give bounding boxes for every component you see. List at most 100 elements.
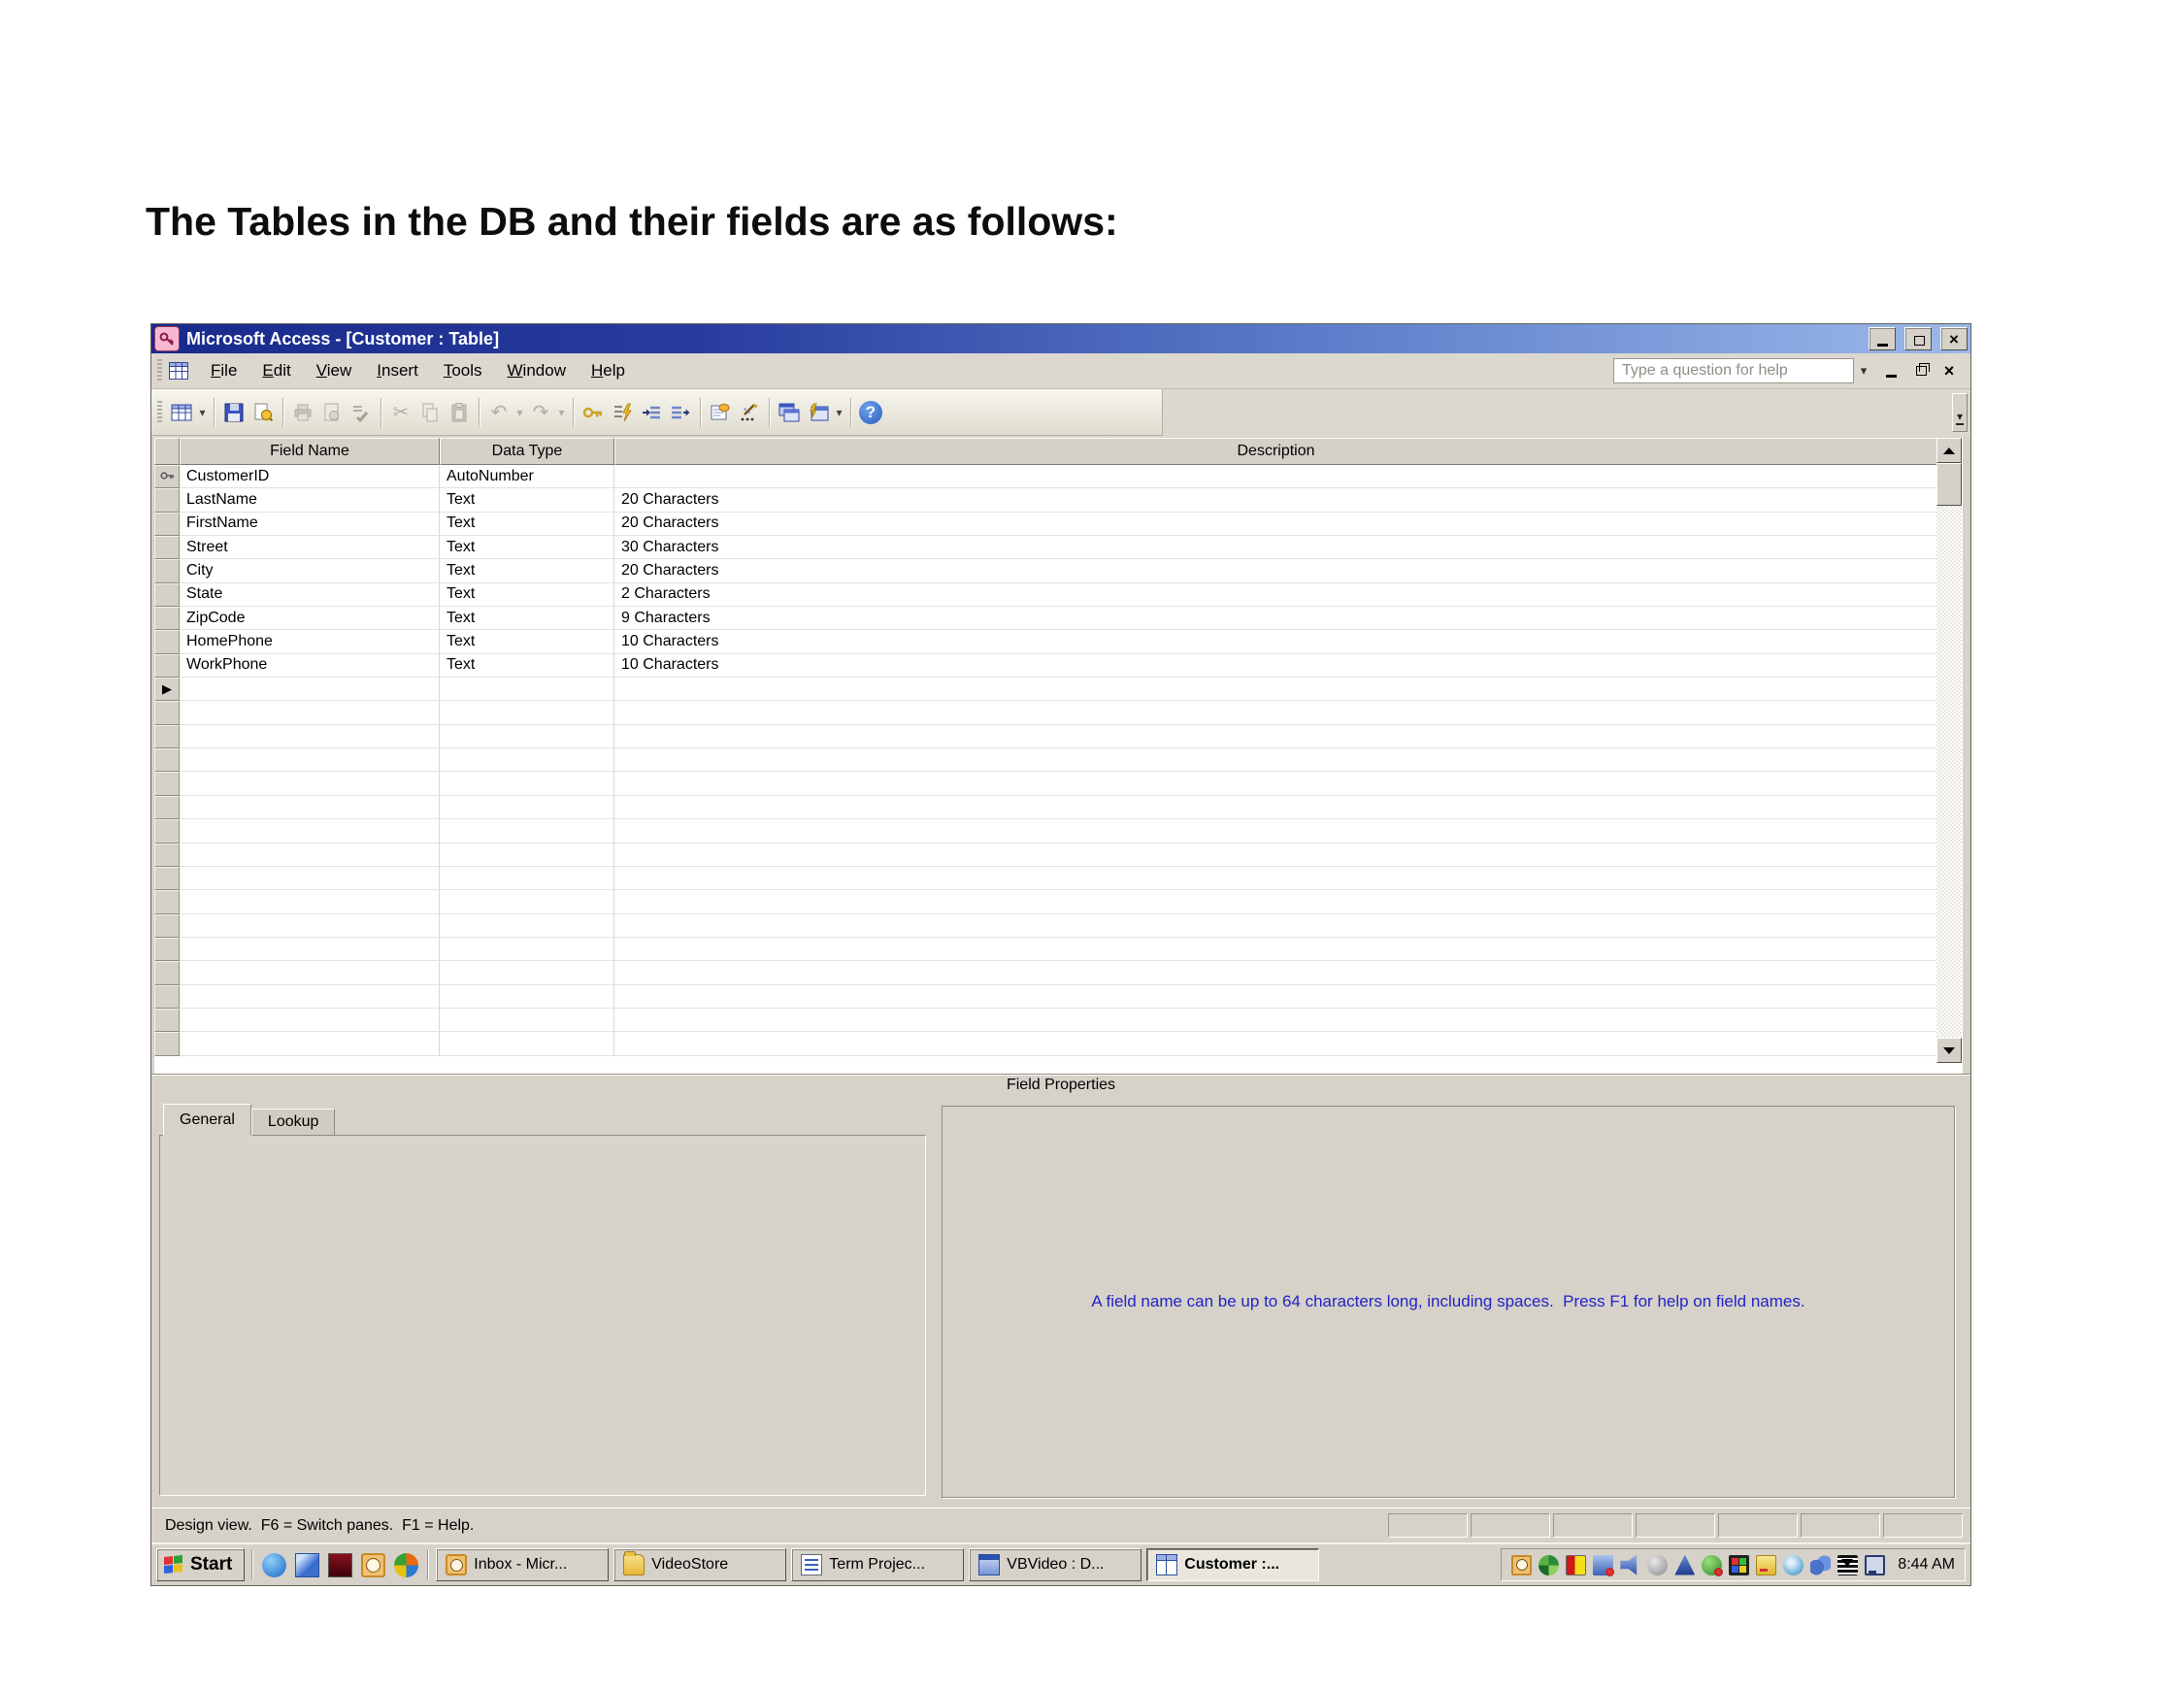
empty-grid-row[interactable] [154,867,1963,890]
database-window-icon[interactable] [775,398,804,427]
field-name-cell[interactable]: HomePhone [180,630,440,653]
field-name-cell[interactable]: ZipCode [180,607,440,630]
menu-item[interactable]: File [198,357,249,384]
data-type-cell[interactable]: AutoNumber [440,465,614,488]
taskbar-task-button[interactable]: Customer :... [1146,1548,1319,1581]
column-header-field-name[interactable]: Field Name [180,438,440,465]
table-document-icon[interactable] [167,359,190,382]
description-cell[interactable] [614,465,1937,488]
menu-item[interactable]: Help [579,357,638,384]
scroll-down-icon[interactable] [1936,1038,1962,1063]
field-row[interactable]: ZipCode Text 9 Characters [154,607,1963,630]
data-type-cell[interactable]: Text [440,559,614,582]
field-name-cell[interactable]: CustomerID [180,465,440,488]
field-name-cell[interactable] [180,678,440,701]
toolbar-grip-icon[interactable] [157,401,162,424]
empty-grid-row[interactable] [154,844,1963,867]
money-icon[interactable] [328,1553,352,1577]
row-selector[interactable] [154,819,180,843]
empty-grid-row[interactable] [154,725,1963,748]
field-row[interactable]: City Text 20 Characters [154,559,1963,582]
empty-grid-row[interactable] [154,914,1963,938]
field-row[interactable]: HomePhone Text 10 Characters [154,630,1963,653]
description-cell[interactable] [614,678,1937,701]
row-selector[interactable] [154,890,180,913]
data-type-cell[interactable]: Text [440,583,614,607]
row-selector[interactable] [154,607,180,630]
scrollbar-thumb[interactable] [1936,463,1962,506]
row-selector[interactable] [154,772,180,795]
row-selector[interactable] [154,701,180,724]
row-selector[interactable] [154,465,180,488]
minimize-button-icon[interactable] [1869,327,1896,350]
row-selector[interactable] [154,725,180,748]
field-row[interactable]: WorkPhone Text 10 Characters [154,654,1963,678]
tab-general[interactable]: General [163,1104,251,1136]
view-dropdown-icon[interactable]: ▾ [196,398,209,427]
media-player-icon[interactable] [394,1553,418,1577]
description-cell[interactable]: 10 Characters [614,654,1937,678]
field-name-cell[interactable]: FirstName [180,513,440,536]
description-cell[interactable]: 9 Characters [614,607,1937,630]
field-row[interactable]: Street Text 30 Characters [154,536,1963,559]
description-cell[interactable]: 2 Characters [614,583,1937,607]
new-object-dropdown-icon[interactable]: ▾ [833,398,845,427]
row-selector[interactable] [154,513,180,536]
outlook-express-icon[interactable] [295,1553,319,1577]
tray-display-icon[interactable] [1729,1555,1749,1575]
insert-rows-icon[interactable] [637,398,666,427]
tray-monitor-icon[interactable] [1865,1555,1885,1575]
field-name-cell[interactable]: City [180,559,440,582]
description-cell[interactable]: 20 Characters [614,513,1937,536]
field-name-cell[interactable]: Street [180,536,440,559]
empty-grid-row[interactable] [154,772,1963,795]
data-type-cell[interactable]: Text [440,607,614,630]
row-selector[interactable] [154,796,180,819]
menu-item[interactable]: Insert [364,357,431,384]
data-type-cell[interactable] [440,678,614,701]
tray-zonealarm-icon[interactable] [1566,1555,1586,1575]
menu-item[interactable]: Tools [431,357,495,384]
current-row-selector[interactable]: ▶ [154,678,180,701]
description-cell[interactable]: 20 Characters [614,559,1937,582]
row-selector[interactable] [154,1009,180,1032]
tray-eq-icon[interactable] [1837,1555,1858,1575]
question-dropdown-icon[interactable]: ▾ [1854,358,1873,383]
clock-icon[interactable] [361,1553,385,1577]
start-button[interactable]: Start [156,1548,245,1581]
tray-sync-icon[interactable] [1810,1555,1831,1575]
taskbar-task-button[interactable]: Term Projec... [791,1548,964,1581]
data-type-cell[interactable]: Text [440,488,614,512]
grid-vertical-scrollbar[interactable] [1936,438,1962,1063]
field-row[interactable]: FirstName Text 20 Characters [154,513,1963,536]
row-selector[interactable] [154,1032,180,1055]
file-search-icon[interactable] [248,398,278,427]
data-type-cell[interactable]: Text [440,536,614,559]
description-cell[interactable]: 20 Characters [614,488,1937,512]
field-row[interactable]: LastName Text 20 Characters [154,488,1963,512]
row-selector[interactable] [154,488,180,512]
row-selector[interactable] [154,844,180,867]
taskbar-task-button[interactable]: Inbox - Micr... [436,1548,609,1581]
row-selector[interactable] [154,867,180,890]
tray-network-error-icon[interactable] [1593,1555,1613,1575]
restore-button-icon[interactable] [1904,327,1932,350]
row-selector[interactable] [154,630,180,653]
child-restore-icon[interactable] [1908,359,1932,382]
row-selector[interactable] [154,938,180,961]
column-header-description[interactable]: Description [614,438,1937,465]
field-name-cell[interactable]: WorkPhone [180,654,440,678]
close-button-icon[interactable]: × [1940,327,1968,350]
row-selector[interactable] [154,583,180,607]
row-selector[interactable] [154,985,180,1009]
taskbar-task-button[interactable]: VBVideo : D... [969,1548,1142,1581]
empty-grid-row[interactable] [154,1032,1963,1055]
field-row[interactable]: State Text 2 Characters [154,583,1963,607]
field-row[interactable]: CustomerID AutoNumber [154,465,1963,488]
description-cell[interactable]: 30 Characters [614,536,1937,559]
tray-update-icon[interactable] [1756,1555,1776,1575]
properties-icon[interactable] [706,398,735,427]
menu-grip-icon[interactable] [157,359,162,382]
ie-icon[interactable] [262,1553,286,1577]
column-header-data-type[interactable]: Data Type [440,438,614,465]
